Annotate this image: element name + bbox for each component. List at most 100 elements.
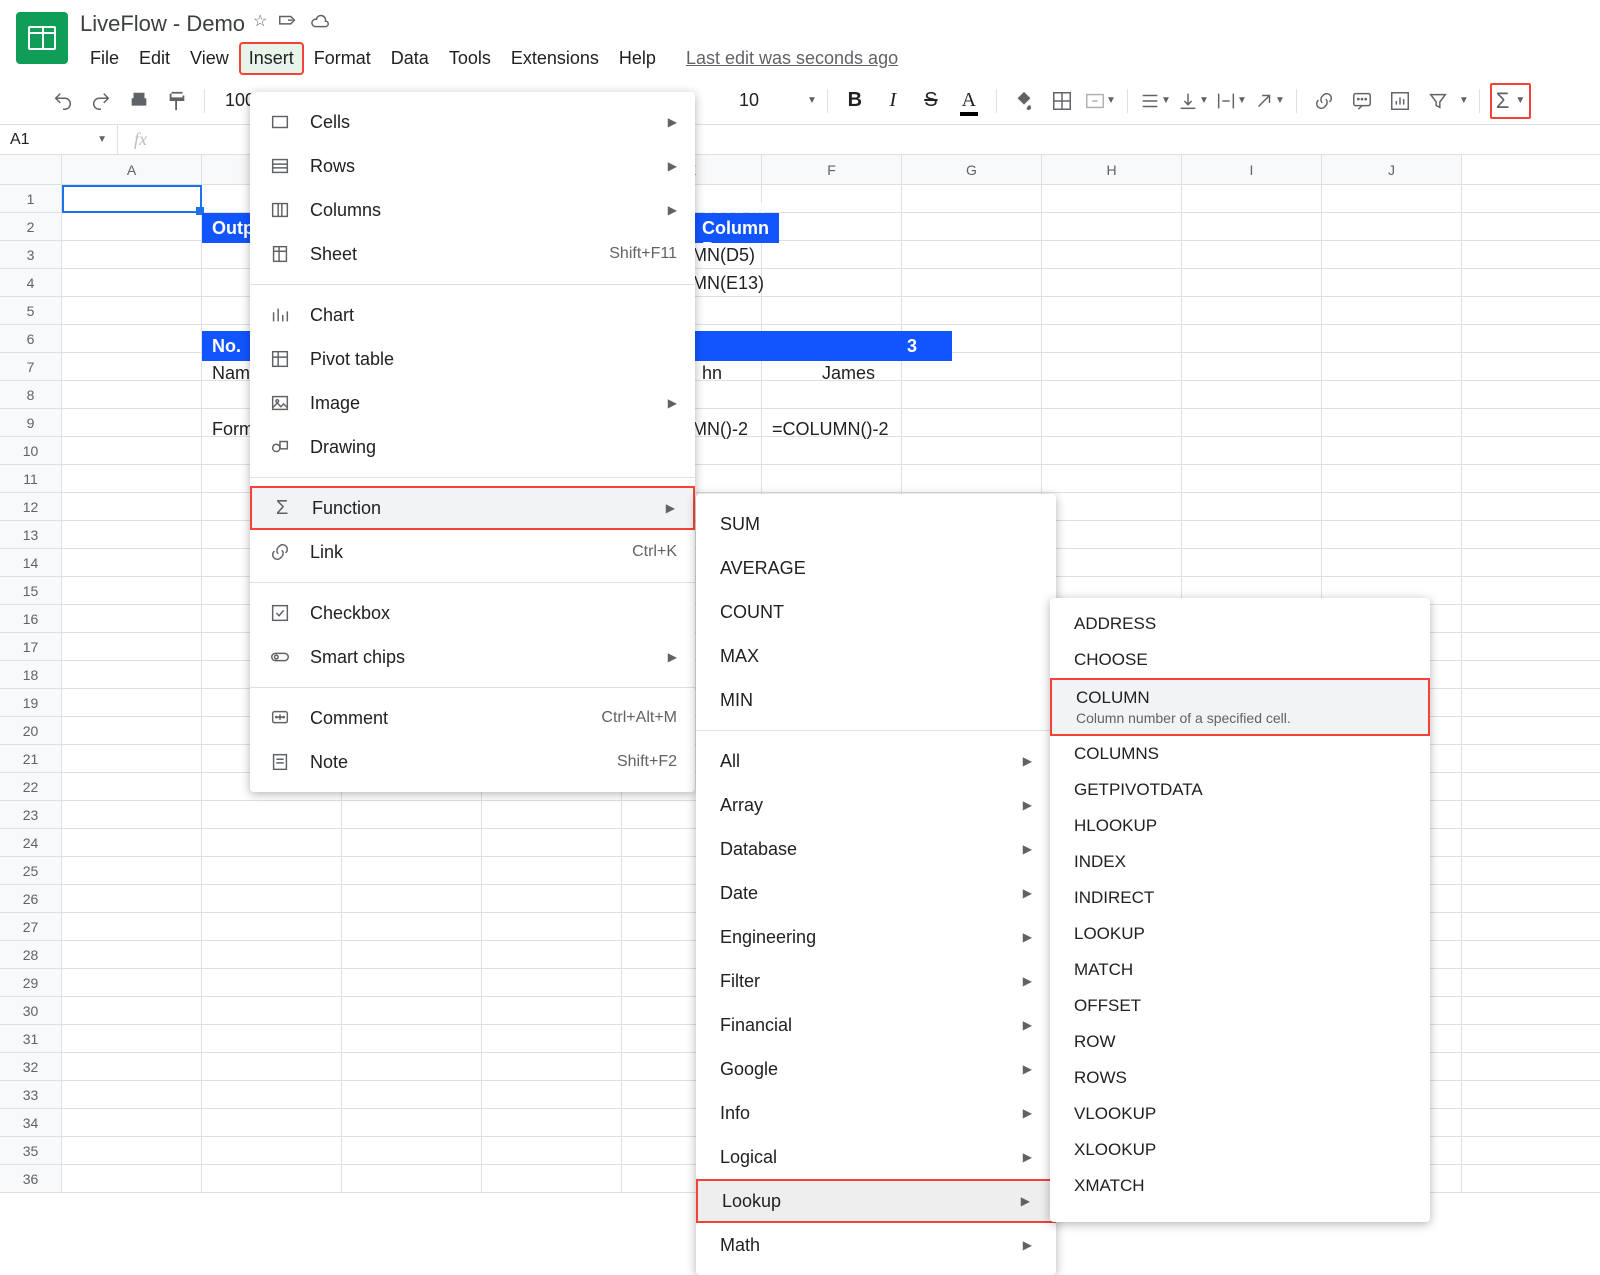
- row-header[interactable]: 6: [0, 325, 62, 352]
- lookup-function-getpivotdata[interactable]: GETPIVOTDATA: [1050, 772, 1430, 808]
- cell[interactable]: [62, 241, 202, 268]
- lookup-function-match[interactable]: MATCH: [1050, 952, 1430, 988]
- merge-cells-button[interactable]: ▼: [1083, 84, 1117, 118]
- row-header[interactable]: 13: [0, 521, 62, 548]
- cell[interactable]: [902, 409, 1042, 436]
- cell[interactable]: [202, 1109, 342, 1136]
- function-category-lookup[interactable]: Lookup▶: [696, 1179, 1056, 1223]
- function-category-date[interactable]: Date▶: [696, 871, 1056, 915]
- cell[interactable]: [482, 969, 622, 996]
- insert-menu-chart[interactable]: Chart: [250, 293, 695, 337]
- borders-button[interactable]: [1045, 84, 1079, 118]
- cell[interactable]: [1182, 353, 1322, 380]
- cell[interactable]: [1182, 381, 1322, 408]
- undo-button[interactable]: [46, 84, 80, 118]
- insert-menu-comment[interactable]: CommentCtrl+Alt+M: [250, 696, 695, 740]
- cell[interactable]: [62, 941, 202, 968]
- star-icon[interactable]: ☆: [253, 11, 267, 38]
- row-header[interactable]: 30: [0, 997, 62, 1024]
- menu-tools[interactable]: Tools: [439, 42, 501, 75]
- row-header[interactable]: 24: [0, 829, 62, 856]
- cell[interactable]: [762, 465, 902, 492]
- cell[interactable]: [62, 773, 202, 800]
- menu-file[interactable]: File: [80, 42, 129, 75]
- cell[interactable]: [62, 353, 202, 380]
- cell[interactable]: [62, 213, 202, 240]
- row-header[interactable]: 36: [0, 1165, 62, 1192]
- cell[interactable]: [1322, 465, 1462, 492]
- function-category-google[interactable]: Google▶: [696, 1047, 1056, 1091]
- cell[interactable]: [62, 381, 202, 408]
- cell[interactable]: [482, 1053, 622, 1080]
- cell[interactable]: [342, 1081, 482, 1108]
- document-title[interactable]: LiveFlow - Demo: [80, 11, 245, 37]
- cell[interactable]: [1182, 493, 1322, 520]
- select-all-corner[interactable]: [0, 155, 62, 184]
- row-header[interactable]: 2: [0, 213, 62, 240]
- cell[interactable]: [62, 605, 202, 632]
- row-header[interactable]: 26: [0, 885, 62, 912]
- cell[interactable]: [62, 269, 202, 296]
- cell[interactable]: [482, 1081, 622, 1108]
- function-category-info[interactable]: Info▶: [696, 1091, 1056, 1135]
- cell[interactable]: [902, 437, 1042, 464]
- cell[interactable]: [202, 1165, 342, 1192]
- insert-menu-pivot-table[interactable]: Pivot table: [250, 337, 695, 381]
- italic-button[interactable]: I: [876, 84, 910, 118]
- cell[interactable]: [62, 1025, 202, 1052]
- row-header[interactable]: 35: [0, 1137, 62, 1164]
- insert-menu-sheet[interactable]: SheetShift+F11: [250, 232, 695, 276]
- function-category-engineering[interactable]: Engineering▶: [696, 915, 1056, 959]
- cell[interactable]: [62, 577, 202, 604]
- cell[interactable]: [202, 1053, 342, 1080]
- cell[interactable]: [342, 885, 482, 912]
- row-header[interactable]: 34: [0, 1109, 62, 1136]
- cell[interactable]: [1182, 213, 1322, 240]
- lookup-function-vlookup[interactable]: VLOOKUP: [1050, 1096, 1430, 1132]
- lookup-function-index[interactable]: INDEX: [1050, 844, 1430, 880]
- print-button[interactable]: [122, 84, 156, 118]
- menu-view[interactable]: View: [180, 42, 239, 75]
- cell[interactable]: [482, 1109, 622, 1136]
- row-header[interactable]: 3: [0, 241, 62, 268]
- insert-comment-button[interactable]: [1345, 84, 1379, 118]
- row-header[interactable]: 27: [0, 913, 62, 940]
- cell[interactable]: [762, 437, 902, 464]
- lookup-function-indirect[interactable]: INDIRECT: [1050, 880, 1430, 916]
- cell[interactable]: [1042, 241, 1182, 268]
- bold-button[interactable]: B: [838, 84, 872, 118]
- cell[interactable]: [62, 409, 202, 436]
- cell[interactable]: [342, 997, 482, 1024]
- cell[interactable]: [62, 997, 202, 1024]
- redo-button[interactable]: [84, 84, 118, 118]
- cell[interactable]: [62, 465, 202, 492]
- cell[interactable]: [1182, 409, 1322, 436]
- lookup-function-offset[interactable]: OFFSET: [1050, 988, 1430, 1024]
- menu-format[interactable]: Format: [304, 42, 381, 75]
- cell[interactable]: [202, 1025, 342, 1052]
- col-header[interactable]: A: [62, 155, 202, 184]
- cell[interactable]: [62, 297, 202, 324]
- cell[interactable]: [902, 269, 1042, 296]
- cell[interactable]: [342, 1137, 482, 1164]
- cell[interactable]: [342, 913, 482, 940]
- cell[interactable]: [62, 717, 202, 744]
- insert-menu-checkbox[interactable]: Checkbox: [250, 591, 695, 635]
- cell[interactable]: [202, 829, 342, 856]
- cell[interactable]: [1042, 381, 1182, 408]
- cell[interactable]: [62, 1109, 202, 1136]
- cell[interactable]: [1322, 213, 1462, 240]
- cell[interactable]: [1322, 521, 1462, 548]
- cell[interactable]: [1042, 521, 1182, 548]
- cell[interactable]: [902, 213, 1042, 240]
- cell[interactable]: [1182, 549, 1322, 576]
- function-count[interactable]: COUNT: [696, 590, 1056, 634]
- row-header[interactable]: 33: [0, 1081, 62, 1108]
- text-color-button[interactable]: A: [952, 84, 986, 118]
- insert-menu-function[interactable]: ΣFunction▶: [250, 486, 695, 530]
- cell[interactable]: [1042, 409, 1182, 436]
- row-header[interactable]: 1: [0, 185, 62, 212]
- cell[interactable]: [902, 381, 1042, 408]
- row-header[interactable]: 21: [0, 745, 62, 772]
- cell[interactable]: [1182, 241, 1322, 268]
